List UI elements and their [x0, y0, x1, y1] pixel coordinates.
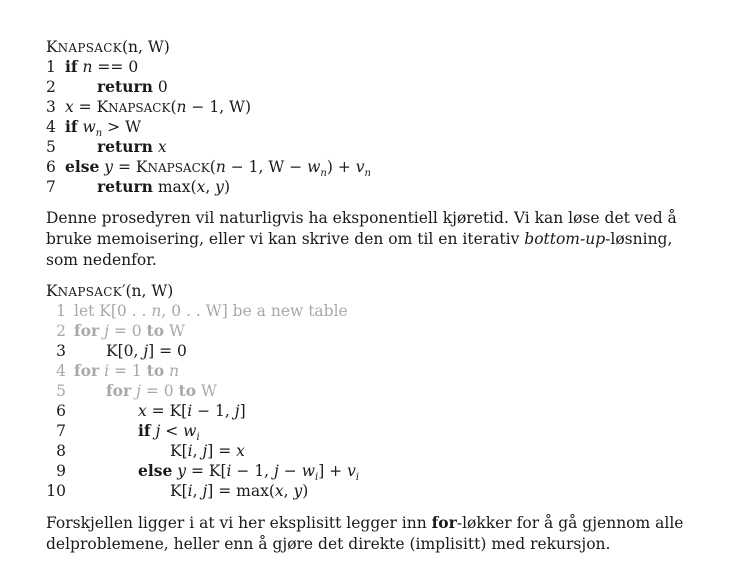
pseudocode-line: 6 x = K[i − 1, j] [56, 402, 246, 420]
pseudocode-line: 7 if j < wi [56, 421, 200, 444]
document-page: KNAPSACK(n, W) 1 if n == 0 2 return 0 3 … [46, 37, 696, 555]
pseudocode-line: 7 return max(x, y) [46, 177, 230, 196]
body-paragraph: Forskjellen ligger i at vi her eksplisit… [46, 513, 684, 553]
pseudocode-line: 2 return 0 [46, 77, 168, 96]
pseudocode-line: 6 else y = KNAPSACK(n − 1, W − wn) + vn [46, 157, 371, 180]
pseudocode-line: 3 x = KNAPSACK(n − 1, W) [46, 98, 252, 116]
pseudocode-line: 1 let K[0 . . n, 0 . . W] be a new table [56, 302, 348, 320]
pseudocode-line: 1 if n == 0 [46, 57, 139, 76]
body-paragraph: Denne prosedyren vil naturligvis ha eksp… [46, 209, 677, 269]
pseudocode-line: 8 K[i, j] = x [56, 442, 245, 460]
pseudocode-line: 5 for j = 0 to W [56, 381, 217, 400]
pseudocode-line: 3 K[0, j] = 0 [56, 342, 187, 360]
pseudocode-line: 9 else y = K[i − 1, j − wi] + vi [56, 461, 360, 484]
algorithm-title: KNAPSACK(n, W) [46, 38, 170, 56]
algorithm-title: KNAPSACK′(n, W) [46, 282, 174, 300]
pseudocode-line: 4 if wn > W [46, 117, 142, 140]
pseudocode-line: 5 return x [46, 137, 167, 156]
pseudocode-line: 10 K[i, j] = max(x, y) [46, 482, 309, 500]
pseudocode-line: 4 for i = 1 to n [56, 361, 180, 380]
pseudocode-line: 2 for j = 0 to W [56, 321, 185, 340]
